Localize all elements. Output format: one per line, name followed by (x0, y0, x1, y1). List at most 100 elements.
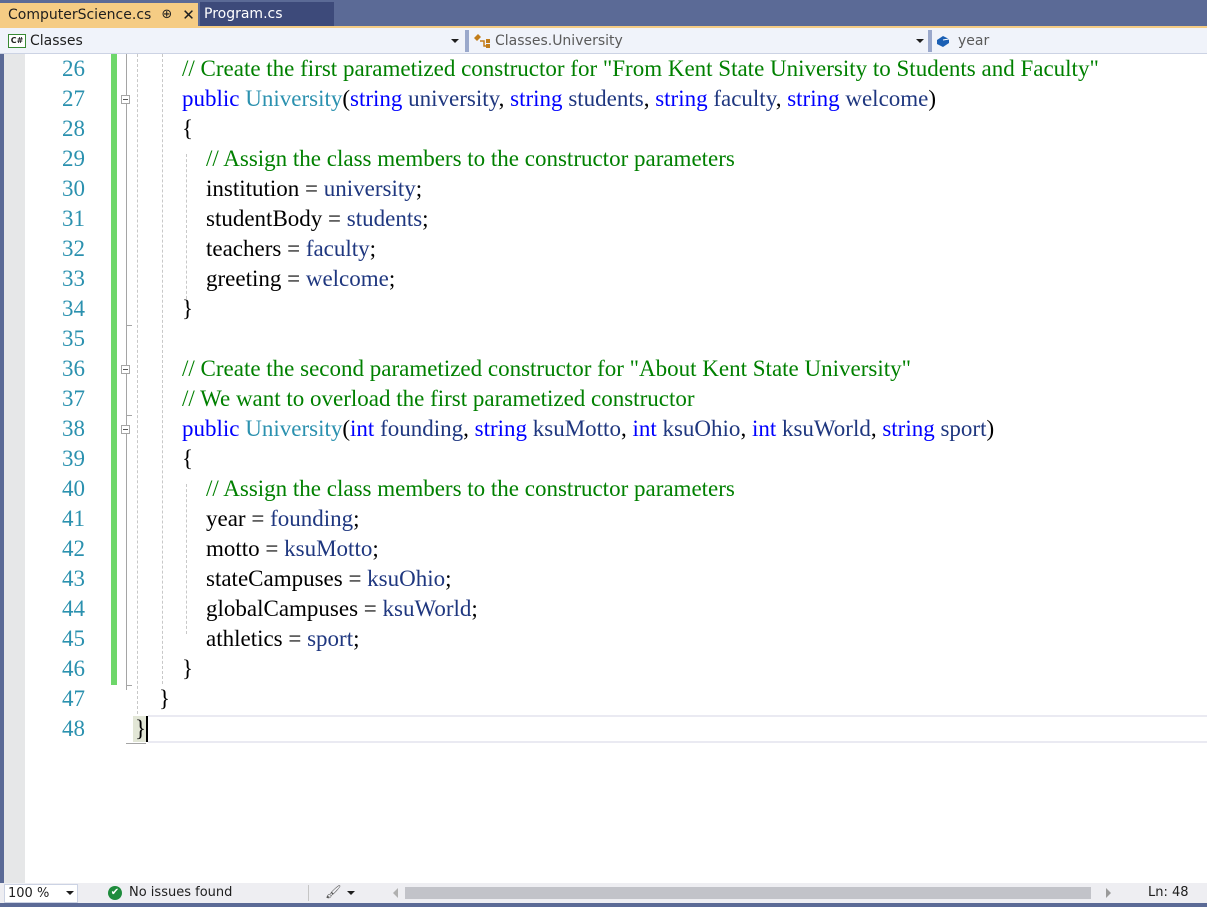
line-code: institution = university; (206, 174, 422, 204)
code-line[interactable]: 36 // Create the second parametized const… (0, 354, 1207, 384)
code-line[interactable]: 39 { (0, 444, 1207, 474)
code-token: ( (342, 416, 351, 441)
close-icon[interactable]: ✕ (182, 6, 195, 24)
code-line[interactable]: 35 (0, 324, 1207, 354)
code-token: faculty (305, 236, 370, 261)
class-icon (474, 33, 490, 48)
code-line[interactable]: 40 // Assign the class members to the con… (0, 474, 1207, 504)
line-code: // Assign the class members to the const… (206, 474, 735, 504)
issues-status[interactable]: No issues found (129, 885, 232, 900)
code-token: // Assign the class members to the const… (206, 476, 735, 501)
code-token: ; (422, 206, 429, 231)
code-token: year = (206, 506, 271, 531)
code-line[interactable]: 29 // Assign the class members to the con… (0, 144, 1207, 174)
nav-separator (465, 30, 469, 52)
code-line[interactable]: 44 globalCampuses = ksuWorld; (0, 594, 1207, 624)
chevron-down-icon[interactable] (347, 891, 355, 895)
line-code: public University(int founding, string k… (182, 414, 994, 444)
code-token: ksuMotto (527, 416, 621, 441)
code-token: stateCampuses = (206, 566, 368, 591)
brush-icon[interactable]: 🖌 (325, 885, 342, 900)
code-line[interactable]: 47} (0, 684, 1207, 714)
line-number: 26 (62, 56, 85, 81)
line-number: 46 (62, 656, 85, 681)
code-editor[interactable]: 26 // Create the first parametized constr… (0, 54, 1207, 883)
code-token: } (159, 686, 171, 711)
code-token: int (632, 416, 657, 441)
code-token: sport (307, 626, 354, 651)
code-token: string (474, 416, 528, 441)
line-number: 29 (62, 146, 85, 171)
tab-label: Program.cs (204, 6, 283, 22)
code-line[interactable]: 31 studentBody = students; (0, 204, 1207, 234)
chevron-down-icon[interactable] (916, 39, 924, 43)
code-line[interactable]: 28 { (0, 114, 1207, 144)
line-indicator: Ln: 48 (1148, 885, 1189, 900)
code-line[interactable]: 41 year = founding; (0, 504, 1207, 534)
code-token: motto = (206, 536, 285, 561)
zoom-level: 100 % (8, 886, 50, 901)
line-code: } (159, 684, 170, 714)
code-token: ksuWorld (382, 596, 472, 621)
type-dropdown[interactable]: Classes.University (473, 28, 928, 53)
line-number: 45 (62, 626, 85, 651)
line-number: 44 (62, 596, 85, 621)
code-line[interactable]: 45 athletics = sport; (0, 624, 1207, 654)
code-token: ; (445, 566, 452, 591)
code-line[interactable]: 43 stateCampuses = ksuOhio; (0, 564, 1207, 594)
code-token: greeting = (206, 266, 306, 291)
code-token: , (870, 416, 883, 441)
code-token: sport (934, 416, 987, 441)
code-line[interactable]: 42 motto = ksuMotto; (0, 534, 1207, 564)
code-line[interactable]: 27 public University(string university, s… (0, 84, 1207, 114)
code-token: ksuOhio (656, 416, 741, 441)
code-line[interactable]: 26 // Create the first parametized constr… (0, 54, 1207, 84)
code-token: string (882, 416, 935, 441)
scroll-right-icon[interactable] (1106, 888, 1111, 898)
line-number: 42 (62, 536, 85, 561)
csharp-project-icon: C# (8, 33, 26, 48)
code-line[interactable]: 38 public University(int founding, string… (0, 414, 1207, 444)
code-line[interactable]: 32 teachers = faculty; (0, 234, 1207, 264)
line-code: { (182, 114, 193, 144)
code-token: founding (270, 506, 354, 531)
code-token: studentBody = (206, 206, 347, 231)
code-token: ; (353, 506, 360, 531)
type-label: Classes.University (495, 32, 623, 49)
code-line[interactable]: 30 institution = university; (0, 174, 1207, 204)
line-number: 30 (62, 176, 85, 201)
member-dropdown[interactable]: year (936, 28, 1206, 53)
scroll-left-icon[interactable] (393, 888, 398, 898)
code-line[interactable]: 48} (0, 714, 1207, 744)
code-token: string (655, 86, 708, 111)
editor-status-bar: 100 % ✔ No issues found 🖌 Ln: 48 (0, 883, 1207, 903)
code-token: ksuMotto (284, 536, 373, 561)
project-label: Classes (30, 32, 83, 49)
line-number: 41 (62, 506, 85, 531)
line-code: year = founding; (206, 504, 360, 534)
pin-icon[interactable]: ⊕ (161, 7, 172, 22)
horizontal-scrollbar-thumb[interactable] (405, 887, 1091, 899)
code-token: } (135, 716, 147, 741)
chevron-down-icon[interactable] (451, 39, 459, 43)
line-code: // Assign the class members to the const… (206, 144, 735, 174)
navigation-bar: C# Classes Classes.University year (0, 28, 1207, 54)
code-line[interactable]: 46} (0, 654, 1207, 684)
code-line[interactable]: 34} (0, 294, 1207, 324)
project-dropdown[interactable]: C# Classes (8, 28, 464, 53)
code-line[interactable]: 33 greeting = welcome; (0, 264, 1207, 294)
line-number: 47 (62, 686, 85, 711)
chevron-down-icon[interactable] (66, 891, 74, 895)
line-code: { (182, 444, 193, 474)
tab-program-cs[interactable]: Program.cs (200, 2, 334, 26)
line-code: athletics = sport; (206, 624, 360, 654)
line-number: 48 (62, 716, 85, 741)
line-number: 40 (62, 476, 85, 501)
tab-computerscience-cs[interactable]: ComputerScience.cs ⊕ ✕ (0, 3, 198, 26)
line-code: motto = ksuMotto; (206, 534, 379, 564)
line-number: 32 (62, 236, 85, 261)
code-line[interactable]: 37 // We want to overload the first param… (0, 384, 1207, 414)
tab-strip: ComputerScience.cs ⊕ ✕ Program.cs (0, 0, 1207, 26)
code-token: // Assign the class members to the const… (206, 146, 735, 171)
line-code: greeting = welcome; (206, 264, 395, 294)
